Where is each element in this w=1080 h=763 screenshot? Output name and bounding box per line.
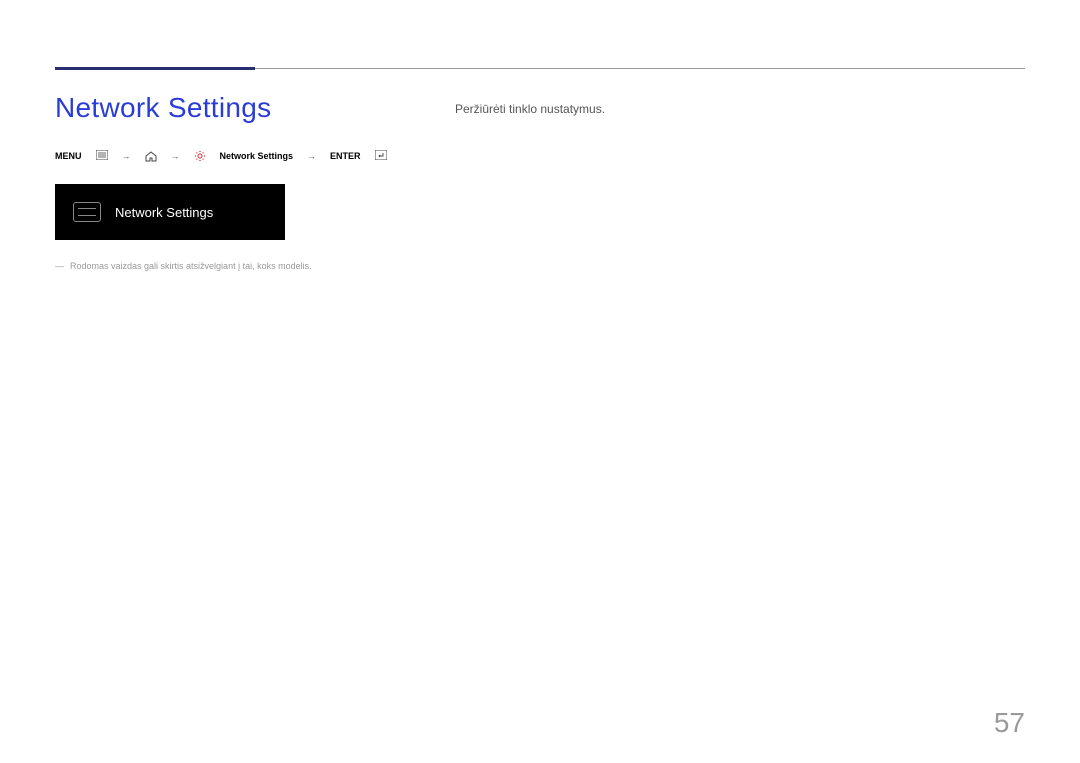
footnote-text: Rodomas vaizdas gali skirtis atsižvelgia… — [70, 260, 312, 273]
right-column: Peržiūrėti tinklo nustatymus. — [455, 100, 1015, 119]
preview-panel-title: Network Settings — [115, 205, 213, 220]
arrow-right-icon: → — [171, 151, 180, 161]
home-icon — [145, 151, 157, 162]
left-column: Network Settings MENU → → — [55, 92, 435, 273]
menu-label: MENU — [55, 151, 82, 161]
page-number: 57 — [994, 707, 1025, 739]
network-settings-icon — [73, 202, 101, 222]
arrow-right-icon: → — [122, 151, 131, 161]
enter-icon — [375, 150, 387, 162]
menu-icon — [96, 150, 108, 162]
dash-icon: ― — [55, 260, 64, 273]
gear-icon — [194, 150, 206, 162]
arrow-right-icon: → — [307, 151, 316, 161]
breadcrumb: MENU → → — [55, 150, 435, 162]
footnote: ― Rodomas vaizdas gali skirtis atsižvelg… — [55, 260, 435, 273]
preview-panel: Network Settings — [55, 184, 285, 240]
body-text: Peržiūrėti tinklo nustatymus. — [455, 100, 1015, 119]
page-title: Network Settings — [55, 92, 435, 124]
horizontal-rule-accent — [55, 67, 255, 70]
document-page: Network Settings MENU → → — [0, 0, 1080, 763]
enter-label: ENTER — [330, 151, 361, 161]
breadcrumb-trail-label: Network Settings — [220, 151, 294, 161]
